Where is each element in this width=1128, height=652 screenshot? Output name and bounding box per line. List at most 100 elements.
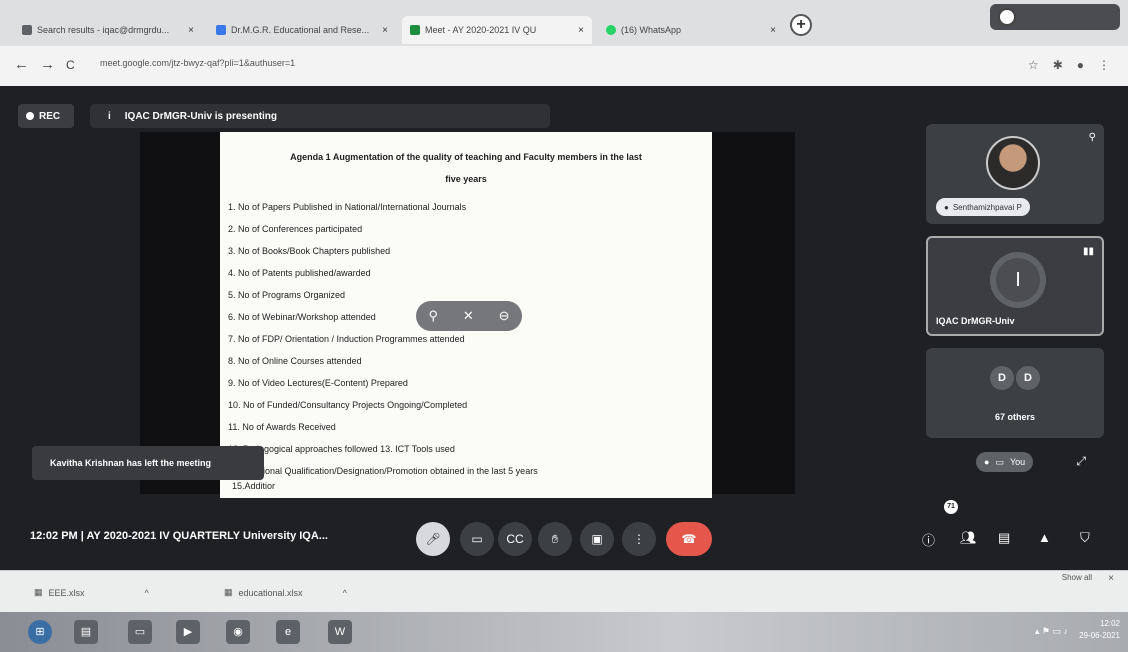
download-item[interactable]: ▦ educational.xlsx ^ [224,587,347,598]
chat-icon[interactable]: ▤ [998,530,1010,546]
window-controls [990,4,1120,30]
you-label: You [1009,457,1026,467]
present-button[interactable]: ▣ [580,522,614,556]
avatar: I [990,252,1046,308]
left-meeting-toast: Kavitha Krishnan has left the meeting [32,446,264,480]
presentation-overlay-controls: ⚲ ✕ ⊖ [416,301,522,331]
participant-tile-others[interactable]: D D 67 others [926,348,1104,438]
tab-search-results[interactable]: Search results - iqac@drmgrdu... × [14,16,202,44]
list-item: 10. No of Funded/Consultancy Projects On… [228,400,468,410]
close-tab-icon[interactable]: × [382,25,388,36]
profile-icon[interactable] [998,8,1016,26]
bookmark-star-icon[interactable]: ☆ [1028,58,1039,72]
host-controls-icon[interactable]: ⛉ [1080,530,1090,546]
clock-date: 29-06-2021 [1079,631,1120,640]
meet-icon [410,25,420,35]
self-view-chip: ● ▭ You [976,452,1034,472]
windows-taskbar: ⊞ ▤ ▭ ▶ ◉ e W ▴ ⚑ ▭ ♪ 12:02 29-06-2021 [0,612,1128,652]
tab-label: Meet - AY 2020-2021 IV QU [425,25,537,35]
avatar [986,136,1040,190]
chevron-up-icon[interactable]: ^ [343,588,347,598]
excel-file-icon: ▦ [34,587,43,597]
tab-label: (16) WhatsApp [621,25,682,35]
media-player-icon[interactable]: ▶ [176,620,200,644]
mic-off-icon: ⚲ [1088,132,1096,143]
participant-name: IQAC DrMGR-Univ [936,316,1015,326]
back-button[interactable]: ← [14,56,29,73]
participant-tile-iqac[interactable]: ▮▮ I IQAC DrMGR-Univ [926,236,1104,336]
meet-bottom-bar: 12:02 PM | AY 2020-2021 IV QUARTERLY Uni… [0,506,1128,570]
downloads-bar: ▦ EEE.xlsx ^ ▦ educational.xlsx ^ Show a… [0,570,1128,613]
tab-label: Dr.M.G.R. Educational and Rese... [231,25,370,35]
pin-icon[interactable]: ⚲ [428,308,438,324]
slide-title-line2: five years [445,174,487,184]
mic-button[interactable]: 🎤︎ [416,522,450,556]
system-tray-icons[interactable]: ▴ ⚑ ▭ ♪ [1035,626,1068,637]
chrome-icon[interactable]: ◉ [226,620,250,644]
close-tab-icon[interactable]: × [578,25,584,36]
record-dot-icon [26,112,34,120]
word-icon[interactable]: W [328,620,352,644]
tab-strip: Search results - iqac@drmgrdu... × Dr.M.… [0,0,1128,46]
list-item: 8. No of Online Courses attended [228,356,362,366]
forward-button[interactable]: → [40,56,55,73]
download-name: EEE.xlsx [48,587,85,598]
remove-icon[interactable]: ⊖ [499,308,510,324]
list-item: 7. No of FDP/ Orientation / Induction Pr… [228,334,465,344]
others-avatars: D D [990,366,1040,390]
raise-hand-button[interactable]: ✋︎ [538,522,572,556]
tab-label: Search results - iqac@drmgrdu... [37,25,170,35]
close-downloads-icon[interactable]: × [1108,573,1114,584]
gmail-icon [22,25,32,35]
people-icon[interactable]: 👥︎ [960,530,977,546]
extension-icon[interactable]: ✱ [1053,58,1063,72]
camera-off-icon: ▭ [995,456,1004,467]
explorer-icon[interactable]: ▤ [74,620,98,644]
url-field[interactable]: meet.google.com/jtz-bwyz-qaf?pli=1&authu… [100,58,295,68]
account-icon[interactable]: ● [1077,58,1084,72]
tab-meet[interactable]: Meet - AY 2020-2021 IV QU × [402,16,592,44]
close-tab-icon[interactable]: × [770,25,776,36]
address-icons: ☆ ✱ ● ⋮ [1028,58,1110,72]
list-item: 14. Additional Qualification/Designation… [228,466,538,476]
list-item: 3. No of Books/Book Chapters published [228,246,391,256]
info-icon[interactable]: ⓘ [922,530,935,549]
self-view-tile[interactable]: ● ▭ You ⤢ [926,448,1104,476]
system-clock[interactable]: 12:02 29-06-2021 [1079,618,1120,642]
mute-icon[interactable]: ✕ [463,308,474,324]
presenting-text: IQAC DrMGR-Univ is presenting [124,110,278,122]
tab-drmgr[interactable]: Dr.M.G.R. Educational and Rese... × [208,16,396,44]
menu-icon[interactable]: ⋮ [1098,58,1110,72]
agenda-list: 1. No of Papers Published in National/In… [228,196,538,482]
captions-button[interactable]: CC [498,522,532,556]
expand-icon[interactable]: ⤢ [1076,454,1086,469]
download-item[interactable]: ▦ EEE.xlsx ^ [34,587,149,598]
participant-name: Senthamizhpavai P [952,202,1022,212]
ie-icon[interactable]: e [276,620,300,644]
chevron-up-icon[interactable]: ^ [145,588,149,598]
more-options-button[interactable]: ⋮ [622,522,656,556]
participant-tile-senthamizhpavai[interactable]: ⚲ ● Senthamizhpavai P [926,124,1104,224]
close-tab-icon[interactable]: × [188,25,194,36]
start-button[interactable]: ⊞ [28,620,52,644]
reload-button[interactable]: C [66,58,75,72]
list-item: 1. No of Papers Published in National/In… [228,202,467,212]
new-tab-button[interactable]: + [790,14,812,36]
show-all-link[interactable]: Show all [1062,573,1092,582]
list-item: 12. Pedagogical approaches followed 13. … [228,444,455,454]
tab-whatsapp[interactable]: (16) WhatsApp × [598,16,784,44]
camera-button[interactable]: ▭ [460,522,494,556]
leave-call-button[interactable]: ☎ [666,522,712,556]
avatar: ● [984,457,990,467]
slide-title-line1: Agenda 1 Augmentation of the quality of … [290,152,642,162]
presenting-banner: i IQAC DrMGR-Univ is presenting [90,104,550,128]
meeting-time-title: 12:02 PM | AY 2020-2021 IV QUARTERLY Uni… [30,530,328,542]
avatar: D [1016,366,1040,390]
slide-last-item: 15.Additior [232,481,276,491]
address-bar: ← → C meet.google.com/jtz-bwyz-qaf?pli=1… [0,46,1128,86]
page-icon [216,25,226,35]
folder-icon[interactable]: ▭ [128,620,152,644]
activities-icon[interactable]: ▲ [1038,530,1051,545]
participant-name-chip: ● Senthamizhpavai P [936,198,1030,216]
list-item: 2. No of Conferences participated [228,224,363,234]
